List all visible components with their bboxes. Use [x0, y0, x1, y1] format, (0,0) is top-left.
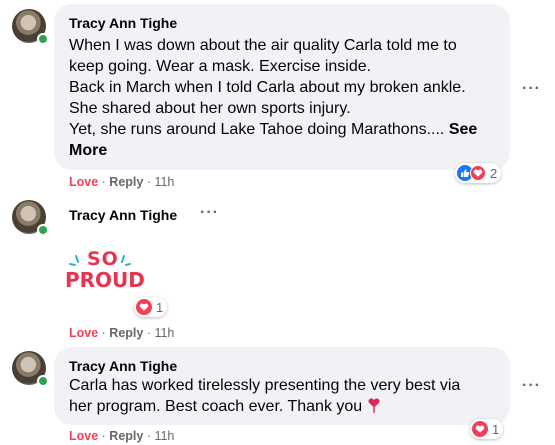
separator: ·: [143, 326, 155, 340]
reaction-count: 1: [156, 299, 164, 315]
comment-line: her program. Best coach ever. Thank you: [69, 398, 363, 415]
so-proud-sticker[interactable]: SO PROUD: [62, 246, 145, 302]
reaction-summary[interactable]: 1: [134, 297, 168, 317]
comment-line: Carla has worked tirelessly presenting t…: [69, 377, 461, 394]
reaction-count: 1: [492, 421, 500, 437]
comment-actions: Love · Reply · 11h: [69, 429, 174, 443]
more-options-icon[interactable]: ···: [522, 80, 541, 98]
reaction-summary[interactable]: 1: [470, 419, 504, 439]
more-options-icon[interactable]: ···: [200, 204, 219, 222]
comment-line: keep going. Wear a mask. Exercise inside…: [69, 58, 372, 75]
comment-bubble[interactable]: Tracy Ann Tighe Carla has worked tireles…: [54, 347, 510, 425]
timestamp[interactable]: 11h: [154, 429, 174, 443]
sticker-text-so: SO: [87, 248, 119, 270]
online-status-dot: [37, 224, 49, 236]
more-options-icon[interactable]: ···: [522, 377, 541, 395]
timestamp[interactable]: 11h: [154, 326, 174, 340]
love-reaction-icon: [136, 299, 152, 315]
sticker-text-proud: PROUD: [65, 268, 145, 292]
timestamp[interactable]: 11h: [154, 175, 174, 189]
comment-author[interactable]: Tracy Ann Tighe: [69, 358, 177, 374]
reply-action[interactable]: Reply: [109, 175, 143, 189]
see-more-link[interactable]: More: [69, 140, 509, 161]
reaction-summary[interactable]: 2: [455, 163, 502, 183]
love-reaction-icon: [472, 421, 488, 437]
separator: ·: [98, 326, 110, 340]
love-action[interactable]: Love: [69, 429, 98, 443]
see-more-link[interactable]: See: [449, 121, 477, 138]
comment-line: When I was down about the air quality Ca…: [69, 37, 457, 54]
comment-line: Yet, she runs around Lake Tahoe doing Ma…: [69, 121, 449, 138]
reaction-count: 2: [490, 165, 498, 181]
comment-line: Back in March when I told Carla about my…: [69, 79, 466, 96]
love-action[interactable]: Love: [69, 326, 98, 340]
avatar[interactable]: [12, 200, 49, 236]
separator: ·: [143, 175, 155, 189]
online-status-dot: [37, 375, 49, 387]
separator: ·: [143, 429, 155, 443]
comment-actions: Love · Reply · 11h: [69, 175, 174, 189]
comment-text: When I was down about the air quality Ca…: [69, 35, 509, 161]
heart-emoji-icon: [368, 398, 380, 414]
comment-bubble[interactable]: Tracy Ann Tighe When I was down about th…: [54, 4, 510, 170]
avatar[interactable]: [12, 351, 49, 387]
reply-action[interactable]: Reply: [109, 429, 143, 443]
online-status-dot: [37, 33, 49, 45]
reply-action[interactable]: Reply: [109, 326, 143, 340]
comment-author[interactable]: Tracy Ann Tighe: [69, 15, 177, 31]
separator: ·: [98, 429, 110, 443]
avatar[interactable]: [12, 9, 49, 45]
separator: ·: [98, 175, 110, 189]
comment-text: Carla has worked tirelessly presenting t…: [69, 375, 509, 417]
comment-actions: Love · Reply · 11h: [69, 326, 174, 340]
comment-author[interactable]: Tracy Ann Tighe: [69, 207, 177, 223]
love-reaction-icon: [470, 165, 486, 181]
comment-line: She shared about her own sports injury.: [69, 100, 351, 117]
love-action[interactable]: Love: [69, 175, 98, 189]
